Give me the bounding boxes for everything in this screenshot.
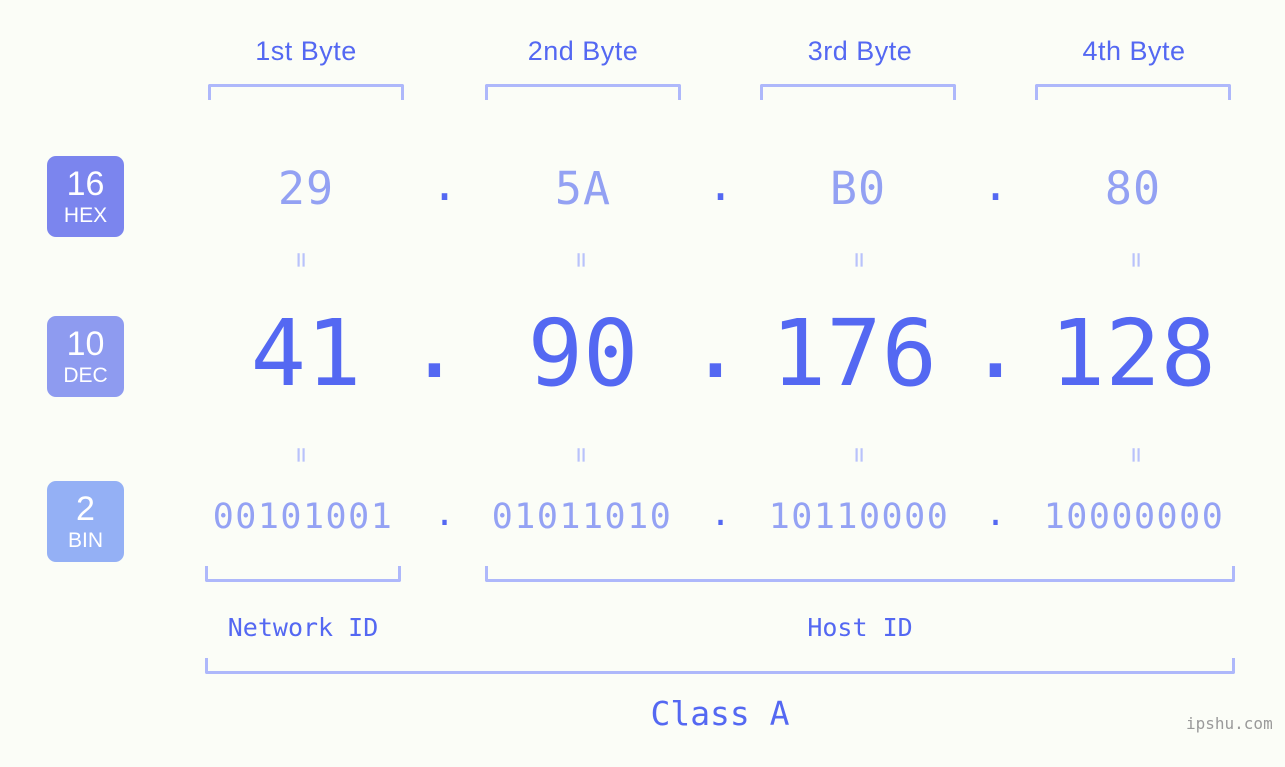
dec-octet-3: 176 [770, 300, 938, 407]
class-label: Class A [650, 694, 790, 733]
equals-mark-dec-bin-2: = [566, 447, 596, 463]
equals-mark-dec-bin-1: = [286, 447, 316, 463]
bin-separator-3: . [984, 494, 1007, 534]
hex-separator-1: . [430, 158, 459, 211]
radix-badge-bin[interactable]: 2 BIN [47, 481, 124, 562]
bin-octet-4: 10000000 [1043, 497, 1225, 537]
equals-mark-dec-bin-4: = [1121, 447, 1151, 463]
host-id-bracket [485, 566, 1235, 582]
class-bracket [205, 658, 1235, 674]
radix-badge-hex-label: HEX [63, 204, 108, 227]
site-watermark: ipshu.com [1186, 714, 1273, 733]
hex-octet-2: 5A [554, 162, 612, 215]
dec-separator-3: . [967, 292, 1024, 399]
byte-header-1: 1st Byte [255, 36, 357, 66]
radix-badge-dec[interactable]: 10 DEC [47, 316, 124, 397]
bin-octet-2: 01011010 [491, 497, 673, 537]
dec-octet-1: 41 [250, 300, 362, 407]
radix-badge-bin-label: BIN [67, 529, 103, 552]
equals-mark-hex-dec-4: = [1121, 252, 1151, 268]
hex-octet-4: 80 [1104, 162, 1162, 215]
hex-octet-3: B0 [829, 162, 887, 215]
radix-badge-hex-number: 16 [66, 165, 105, 203]
host-id-label: Host ID [807, 613, 913, 642]
byte-header-3: 3rd Byte [807, 36, 913, 66]
network-id-bracket [205, 566, 401, 582]
bin-octet-3: 10110000 [768, 497, 950, 537]
radix-badge-dec-number: 10 [66, 325, 105, 363]
byte-bracket-1 [208, 84, 404, 100]
byte-bracket-2 [485, 84, 681, 100]
radix-badge-dec-label: DEC [63, 364, 108, 387]
byte-bracket-4 [1035, 84, 1231, 100]
bin-octet-1: 00101001 [212, 497, 394, 537]
hex-octet-1: 29 [277, 162, 335, 215]
ip-address-breakdown-diagram: 1st Byte 2nd Byte 3rd Byte 4th Byte 16 H… [0, 0, 1285, 767]
dec-separator-1: . [406, 292, 463, 399]
equals-mark-hex-dec-1: = [286, 252, 316, 268]
equals-mark-dec-bin-3: = [844, 447, 874, 463]
bin-separator-1: . [433, 494, 456, 534]
byte-header-2: 2nd Byte [527, 36, 639, 66]
network-id-label: Network ID [227, 613, 379, 642]
radix-badge-bin-number: 2 [76, 490, 95, 528]
byte-header-4: 4th Byte [1082, 36, 1186, 66]
bin-separator-2: . [709, 494, 732, 534]
byte-bracket-3 [760, 84, 956, 100]
hex-separator-3: . [981, 158, 1010, 211]
dec-separator-2: . [687, 292, 744, 399]
radix-badge-hex[interactable]: 16 HEX [47, 156, 124, 237]
dec-octet-2: 90 [527, 300, 639, 407]
equals-mark-hex-dec-3: = [844, 252, 874, 268]
equals-mark-hex-dec-2: = [566, 252, 596, 268]
hex-separator-2: . [706, 158, 735, 211]
dec-octet-4: 128 [1049, 300, 1217, 407]
